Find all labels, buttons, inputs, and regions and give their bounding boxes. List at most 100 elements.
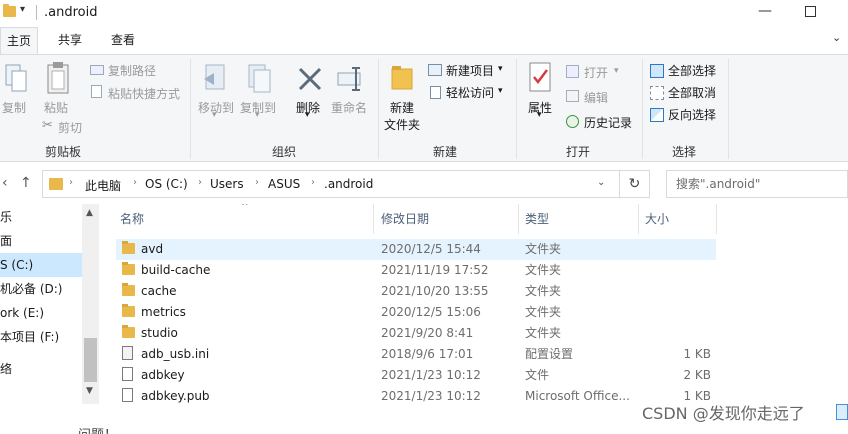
- file-row-adb-usb-ini[interactable]: adb_usb.ini 2018/9/6 17:01 配置设置 1 KB: [116, 344, 716, 365]
- invert-selection-button[interactable]: 反向选择: [668, 106, 716, 123]
- nav-scrollbar[interactable]: ▲ ▼: [82, 204, 99, 404]
- column-date[interactable]: 修改日期: [381, 204, 429, 234]
- easy-access-icon: [430, 86, 441, 99]
- column-separator[interactable]: [518, 204, 519, 234]
- invert-selection-icon: [650, 108, 664, 122]
- file-row-cache[interactable]: cache 2021/10/20 13:55 文件夹: [116, 281, 716, 302]
- cut-button[interactable]: 剪切: [58, 119, 82, 136]
- nav-item[interactable]: 络: [0, 357, 82, 381]
- open-dropdown-icon[interactable]: ▾: [614, 66, 619, 76]
- file-date: 2021/9/20 8:41: [381, 326, 474, 340]
- chevron-down-icon[interactable]: ⌄: [597, 177, 605, 188]
- maximize-icon[interactable]: [805, 6, 816, 17]
- ribbon-expand-icon[interactable]: ⌄: [832, 31, 841, 44]
- address-bar[interactable]: › 此电脑 › OS (C:) › Users › ASUS › .androi…: [42, 170, 620, 198]
- column-separator[interactable]: [638, 204, 639, 234]
- column-name[interactable]: 名称: [120, 204, 144, 234]
- minimize-icon[interactable]: —: [758, 3, 772, 19]
- chevron-right-icon[interactable]: ›: [133, 177, 137, 188]
- copy-to-dropdown-icon[interactable]: ▾: [255, 110, 260, 120]
- file-row-adbkey[interactable]: adbkey 2021/1/23 10:12 文件 2 KB: [116, 365, 716, 386]
- group-separator: [728, 59, 729, 159]
- file-name: build-cache: [141, 263, 211, 277]
- new-folder-icon: [391, 66, 413, 90]
- delete-dropdown-icon[interactable]: ▾: [305, 110, 310, 120]
- refresh-icon[interactable]: ↻: [620, 170, 650, 198]
- chevron-right-icon[interactable]: ›: [69, 177, 73, 188]
- properties-icon: [529, 62, 551, 92]
- new-folder-button-line1[interactable]: 新建: [390, 99, 414, 116]
- details-view-icon[interactable]: [836, 404, 848, 420]
- paste-shortcut-button[interactable]: 粘贴快捷方式: [108, 85, 180, 102]
- file-name: metrics: [141, 305, 186, 319]
- navigation-pane: 乐 面 S (C:) 机必备 (D:) ork (E:) 本项目 (F:) 络 …: [0, 204, 100, 418]
- select-none-button[interactable]: 全部取消: [668, 84, 716, 101]
- chevron-right-icon[interactable]: ›: [311, 177, 315, 188]
- file-row-avd[interactable]: avd 2020/12/5 15:44 文件夹: [116, 239, 716, 260]
- column-separator[interactable]: [716, 204, 717, 234]
- copy-icon: [5, 64, 27, 92]
- easy-access-dropdown-icon[interactable]: ▾: [498, 86, 503, 96]
- file-list: ^ 名称 修改日期 类型 大小 avd 2020/12/5 15:44 文件夹 …: [100, 204, 848, 404]
- nav-item[interactable]: 面: [0, 229, 82, 253]
- file-name: avd: [141, 242, 164, 256]
- open-icon: [566, 65, 579, 78]
- paste-button[interactable]: 粘贴: [44, 99, 68, 116]
- copy-path-button[interactable]: 复制路径: [108, 62, 156, 79]
- breadcrumb-android[interactable]: .android: [324, 177, 373, 191]
- window-title: .android: [44, 5, 98, 20]
- nav-item-os-c[interactable]: S (C:): [0, 253, 82, 277]
- file-type: 文件夹: [525, 305, 562, 319]
- column-size[interactable]: 大小: [645, 204, 669, 234]
- quick-access-dropdown-icon[interactable]: ▾: [20, 4, 25, 15]
- nav-item[interactable]: 本项目 (F:): [0, 325, 82, 349]
- file-type: 文件: [525, 368, 550, 382]
- ribbon: 复制 粘贴 复制路径 粘贴快捷方式 ✂ 剪切 剪贴板 移动到 ▾ 复制到 ▾ 删…: [0, 54, 848, 162]
- file-date: 2021/10/20 13:55: [381, 284, 489, 298]
- new-item-dropdown-icon[interactable]: ▾: [498, 64, 503, 74]
- new-folder-button-line2[interactable]: 文件夹: [384, 116, 420, 133]
- open-button[interactable]: 打开: [584, 64, 608, 81]
- file-row-build-cache[interactable]: build-cache 2021/11/19 17:52 文件夹: [116, 260, 716, 281]
- move-to-dropdown-icon[interactable]: ▾: [212, 110, 217, 120]
- file-date: 2020/12/5 15:44: [381, 242, 481, 256]
- column-separator[interactable]: [373, 204, 374, 234]
- copy-button[interactable]: 复制: [2, 99, 26, 116]
- tab-share[interactable]: 共享: [52, 27, 88, 54]
- file-row-studio[interactable]: studio 2021/9/20 8:41 文件夹: [116, 323, 716, 344]
- chevron-right-icon[interactable]: ›: [255, 177, 259, 188]
- edit-icon: [566, 90, 579, 102]
- sort-ascending-icon: ^: [241, 204, 249, 212]
- new-item-button[interactable]: 新建项目: [446, 62, 494, 79]
- back-icon[interactable]: ‹: [2, 175, 8, 191]
- address-row: ‹ ↑ › 此电脑 › OS (C:) › Users › ASUS › .an…: [0, 164, 848, 204]
- breadcrumb-this-pc[interactable]: 此电脑: [85, 177, 121, 194]
- nav-item[interactable]: ork (E:): [0, 301, 82, 325]
- tab-home[interactable]: 主页: [0, 27, 39, 54]
- breadcrumb-os-c[interactable]: OS (C:): [145, 177, 188, 191]
- scroll-up-icon[interactable]: ▲: [86, 208, 93, 218]
- file-row-adbkey-pub[interactable]: adbkey.pub 2021/1/23 10:12 Microsoft Off…: [116, 386, 716, 404]
- chevron-right-icon[interactable]: ›: [198, 177, 202, 188]
- nav-item[interactable]: 机必备 (D:): [0, 277, 82, 301]
- column-type[interactable]: 类型: [525, 204, 549, 234]
- search-input[interactable]: 搜索".android": [666, 170, 848, 198]
- up-icon[interactable]: ↑: [20, 175, 32, 191]
- breadcrumb-asus[interactable]: ASUS: [268, 177, 300, 191]
- folder-icon: [122, 325, 135, 338]
- edit-button[interactable]: 编辑: [584, 89, 608, 106]
- folder-icon: [122, 262, 135, 275]
- tab-view[interactable]: 查看: [105, 27, 141, 54]
- select-all-button[interactable]: 全部选择: [668, 62, 716, 79]
- scroll-thumb[interactable]: [84, 338, 97, 382]
- nav-item[interactable]: 乐: [0, 205, 82, 229]
- file-size: 2 KB: [683, 368, 711, 382]
- properties-dropdown-icon[interactable]: ▾: [537, 110, 542, 120]
- easy-access-button[interactable]: 轻松访问: [446, 84, 494, 101]
- folder-icon: [49, 178, 63, 190]
- history-button[interactable]: 历史记录: [584, 114, 632, 131]
- scroll-down-icon[interactable]: ▼: [86, 386, 93, 396]
- rename-button[interactable]: 重命名: [331, 99, 367, 116]
- breadcrumb-users[interactable]: Users: [210, 177, 244, 191]
- file-row-metrics[interactable]: metrics 2020/12/5 15:06 文件夹: [116, 302, 716, 323]
